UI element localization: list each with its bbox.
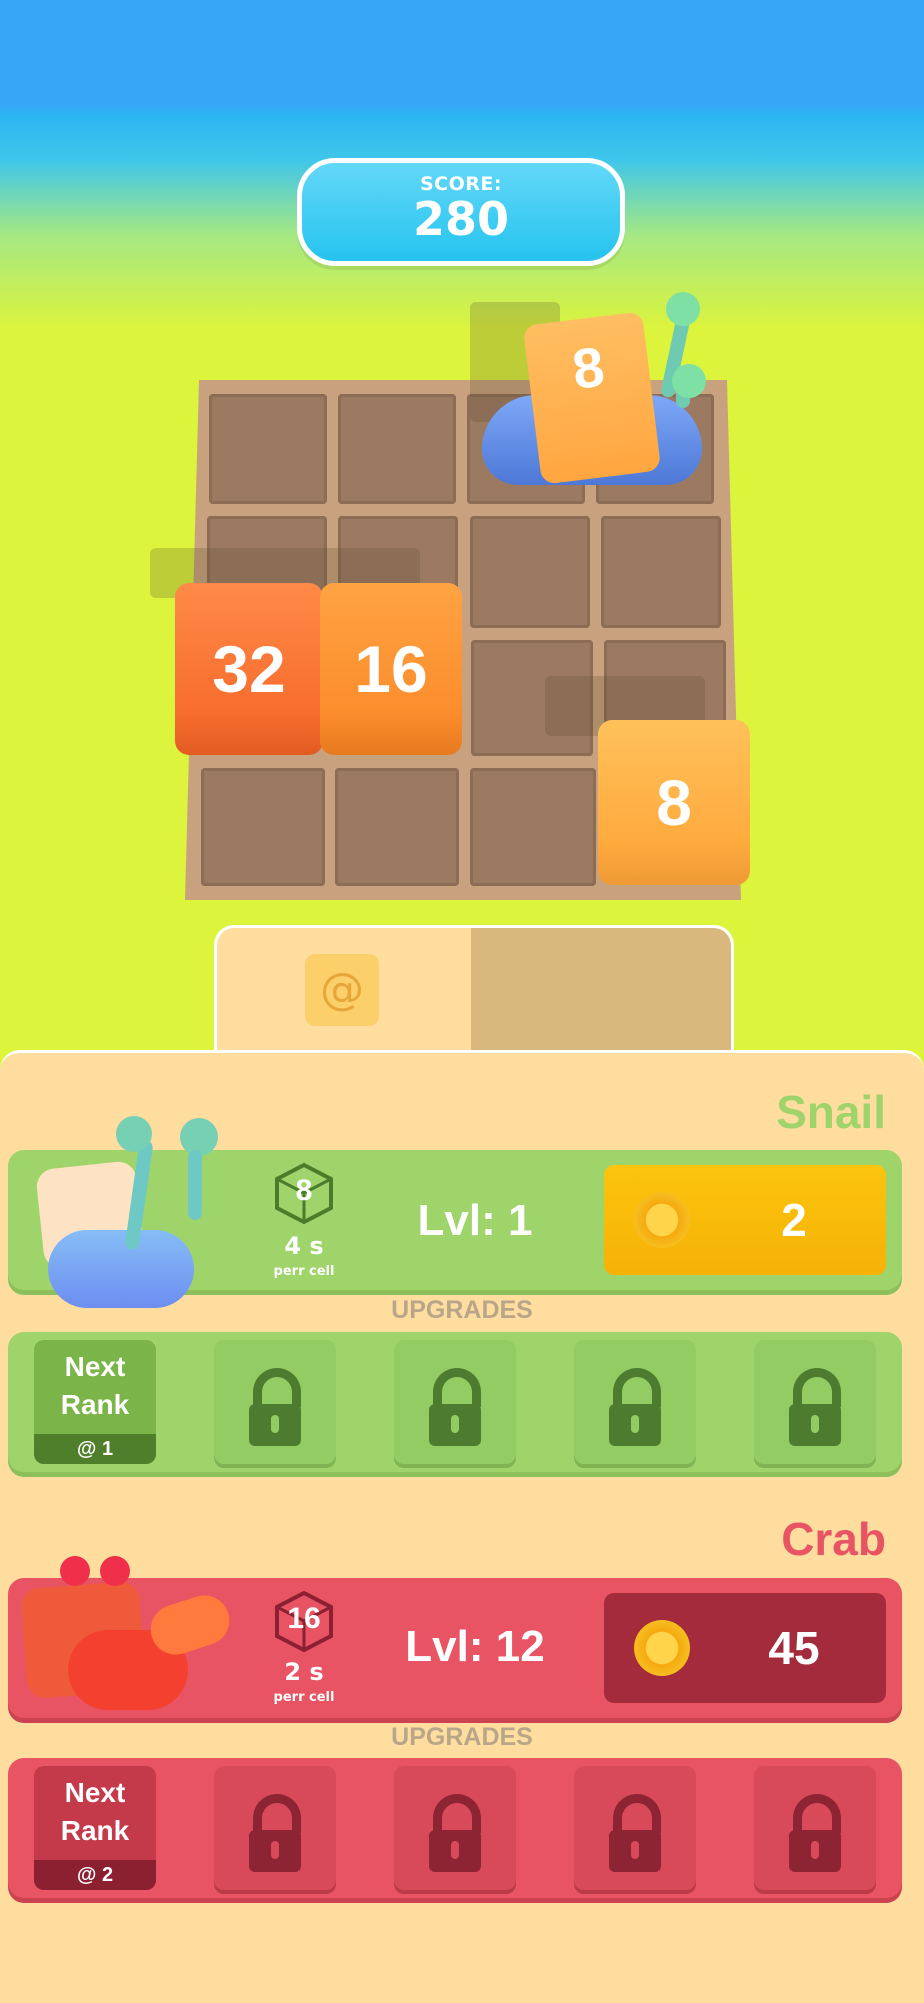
snail-price: 2 xyxy=(781,1194,807,1246)
snail-upgrades-label: UPGRADES xyxy=(391,1296,533,1324)
board-cell xyxy=(201,768,325,886)
panel-tab-bar: @ xyxy=(214,925,734,1068)
lock-icon xyxy=(433,1794,481,1833)
snail-title: Snail xyxy=(776,1086,886,1138)
lock-icon-keyhole xyxy=(451,1841,459,1859)
score-panel: SCORE: 280 xyxy=(297,158,625,266)
snail-upgrade-slot-2[interactable] xyxy=(394,1340,516,1464)
snail-next-rank-count: 1 xyxy=(101,1438,114,1460)
lock-icon xyxy=(253,1794,301,1833)
coin-icon xyxy=(634,1192,690,1248)
crab-eye xyxy=(60,1556,90,1586)
crab-rate-sub: perr cell xyxy=(273,1690,335,1705)
board-cell xyxy=(601,516,721,628)
snail-upgrade-slot-4[interactable] xyxy=(754,1340,876,1464)
crab-next-rank-button[interactable]: Next Rank @ 2 xyxy=(34,1766,156,1890)
lock-icon-keyhole xyxy=(811,1415,819,1433)
lock-icon xyxy=(793,1794,841,1833)
snail-rate-sub: perr cell xyxy=(273,1264,335,1279)
snail-upgrade-slot-3[interactable] xyxy=(574,1340,696,1464)
board-cell xyxy=(470,768,596,886)
crab-rate: 2 s xyxy=(284,1658,324,1686)
snail-cube-value: 8 xyxy=(295,1174,313,1207)
snail-level: Lvl: 1 xyxy=(417,1196,533,1245)
snail-small-icon: @ xyxy=(76,1438,102,1460)
tile-16[interactable]: 16 xyxy=(320,583,462,755)
score-value: 280 xyxy=(412,192,510,246)
lock-icon-keyhole xyxy=(631,1415,639,1433)
snail-rate: 4 s xyxy=(284,1232,324,1260)
crab-eye xyxy=(100,1556,130,1586)
tile-32[interactable]: 32 xyxy=(175,583,323,755)
lock-icon xyxy=(253,1368,301,1407)
next-rank-line2: Rank xyxy=(60,1389,130,1420)
board-cell xyxy=(470,516,590,628)
snail-eye xyxy=(672,364,706,398)
snail-eye xyxy=(116,1116,152,1152)
crab-next-rank-count: 2 xyxy=(101,1864,114,1886)
crab-cube-value: 16 xyxy=(287,1602,321,1635)
snail-upgrade-slot-1[interactable] xyxy=(214,1340,336,1464)
next-rank-footer: @ 2 xyxy=(34,1860,156,1890)
crab-upgrade-slot-4[interactable] xyxy=(754,1766,876,1890)
snail-carried-tile: 8 xyxy=(522,311,662,485)
snail-tab-icon[interactable]: @ xyxy=(305,954,379,1026)
next-rank-footer: @ 1 xyxy=(34,1434,156,1464)
snail-next-rank-button[interactable]: Next Rank @ 1 xyxy=(34,1340,156,1464)
snail-buy-button[interactable]: 2 xyxy=(604,1165,886,1275)
lock-icon-keyhole xyxy=(811,1841,819,1859)
lock-icon xyxy=(613,1794,661,1833)
crab-upgrades-label: UPGRADES xyxy=(391,1723,533,1751)
lock-icon xyxy=(613,1368,661,1407)
next-rank-line1: Next xyxy=(64,1351,126,1382)
coin-icon xyxy=(634,1620,690,1676)
snail-eye-stalk xyxy=(188,1150,202,1220)
tile-8[interactable]: 8 xyxy=(598,720,750,885)
crab-level: Lvl: 12 xyxy=(405,1622,545,1671)
crab-upgrade-slot-2[interactable] xyxy=(394,1766,516,1890)
crab-upgrade-slot-3[interactable] xyxy=(574,1766,696,1890)
lock-icon-keyhole xyxy=(271,1415,279,1433)
lock-icon xyxy=(793,1368,841,1407)
crab-title: Crab xyxy=(781,1513,886,1565)
lock-icon-keyhole xyxy=(271,1841,279,1859)
tab-inactive[interactable] xyxy=(471,928,731,1068)
snail-small-icon: @ xyxy=(76,1864,102,1886)
crab-upgrade-slot-1[interactable] xyxy=(214,1766,336,1890)
lock-icon-keyhole xyxy=(451,1415,459,1433)
next-rank-line1: Next xyxy=(64,1777,126,1808)
board-cell xyxy=(338,394,456,504)
crab-price: 45 xyxy=(768,1622,820,1674)
crab-buy-button[interactable]: 45 xyxy=(604,1593,886,1703)
board-cell xyxy=(335,768,459,886)
snail-eye xyxy=(666,292,700,326)
board-cell xyxy=(209,394,327,504)
lock-icon xyxy=(433,1368,481,1407)
next-rank-line2: Rank xyxy=(60,1815,130,1846)
lock-icon-keyhole xyxy=(631,1841,639,1859)
